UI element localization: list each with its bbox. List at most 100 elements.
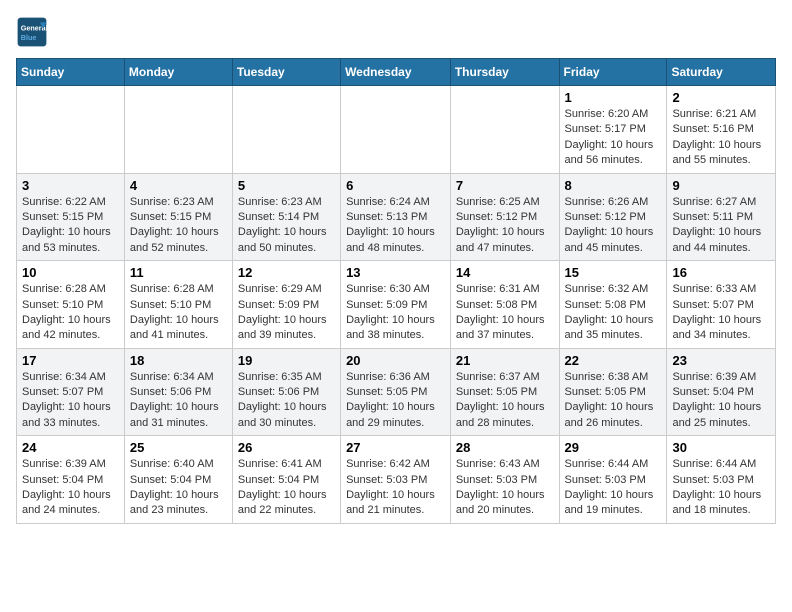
day-info-line: Daylight: 10 hours and 31 minutes. — [130, 401, 219, 428]
day-info: Sunrise: 6:25 AMSunset: 5:12 PMDaylight:… — [456, 195, 554, 257]
day-info-line: Daylight: 10 hours and 25 minutes. — [672, 401, 761, 428]
day-info-line: Sunset: 5:06 PM — [238, 386, 319, 398]
day-number: 14 — [456, 265, 554, 280]
day-info-line: Sunrise: 6:27 AM — [672, 196, 756, 208]
day-header-saturday: Saturday — [667, 59, 776, 86]
day-info-line: Daylight: 10 hours and 52 minutes. — [130, 226, 219, 253]
calendar-cell: 4Sunrise: 6:23 AMSunset: 5:15 PMDaylight… — [124, 173, 232, 261]
calendar-cell: 24Sunrise: 6:39 AMSunset: 5:04 PMDayligh… — [17, 436, 125, 524]
day-info-line: Sunrise: 6:33 AM — [672, 283, 756, 295]
day-info: Sunrise: 6:23 AM Sunset: 5:15 PM Daylight:… — [130, 195, 227, 257]
day-info-line: Sunset: 5:04 PM — [130, 474, 211, 486]
day-number: 16 — [672, 265, 770, 280]
day-header-monday: Monday — [124, 59, 232, 86]
day-info: Sunrise: 6:22 AMSunset: 5:15 PMDaylight:… — [22, 195, 119, 257]
calendar-cell: 25 Sunrise: 6:40 AM Sunset: 5:04 PM Dayligh… — [124, 436, 232, 524]
calendar-cell: 28Sunrise: 6:43 AMSunset: 5:03 PMDayligh… — [450, 436, 559, 524]
day-info-line: Sunset: 5:14 PM — [238, 211, 319, 223]
day-info-line: Sunrise: 6:30 AM — [346, 283, 430, 295]
day-info-line: Daylight: 10 hours and 29 minutes. — [346, 401, 435, 428]
day-info-line: Sunrise: 6:28 AM — [130, 283, 214, 295]
logo: General Blue — [16, 16, 52, 48]
calendar-cell: 3Sunrise: 6:22 AMSunset: 5:15 PMDaylight… — [17, 173, 125, 261]
day-info-line: Daylight: 10 hours and 41 minutes. — [130, 314, 219, 341]
day-number: 17 — [22, 353, 119, 368]
calendar-week-row: 10Sunrise: 6:28 AMSunset: 5:10 PMDayligh… — [17, 261, 776, 349]
day-number: 20 — [346, 353, 445, 368]
day-info-line: Sunrise: 6:23 AM — [130, 196, 214, 208]
day-info: Sunrise: 6:36 AMSunset: 5:05 PMDaylight:… — [346, 370, 445, 432]
day-info-line: Daylight: 10 hours and 33 minutes. — [22, 401, 111, 428]
day-info-line: Sunrise: 6:43 AM — [456, 458, 540, 470]
day-info-line: Daylight: 10 hours and 23 minutes. — [130, 489, 219, 516]
calendar-cell: 7Sunrise: 6:25 AMSunset: 5:12 PMDaylight… — [450, 173, 559, 261]
day-info-line: Sunset: 5:15 PM — [22, 211, 103, 223]
logo-icon: General Blue — [16, 16, 48, 48]
day-info: Sunrise: 6:31 AMSunset: 5:08 PMDaylight:… — [456, 282, 554, 344]
day-info-line: Sunrise: 6:34 AM — [22, 371, 106, 383]
day-info-line: Daylight: 10 hours and 19 minutes. — [565, 489, 654, 516]
day-number: 5 — [238, 178, 335, 193]
day-number: 23 — [672, 353, 770, 368]
day-info-line: Daylight: 10 hours and 28 minutes. — [456, 401, 545, 428]
day-number: 11 — [130, 265, 227, 280]
day-info: Sunrise: 6:44 AMSunset: 5:03 PMDaylight:… — [672, 457, 770, 519]
day-info-line: Sunset: 5:17 PM — [565, 123, 646, 135]
day-info-line: Daylight: 10 hours and 48 minutes. — [346, 226, 435, 253]
day-info-line: Daylight: 10 hours and 39 minutes. — [238, 314, 327, 341]
day-info-line: Sunset: 5:15 PM — [130, 211, 211, 223]
day-info-line: Daylight: 10 hours and 45 minutes. — [565, 226, 654, 253]
day-info-line: Daylight: 10 hours and 38 minutes. — [346, 314, 435, 341]
day-info-line: Sunset: 5:04 PM — [672, 386, 753, 398]
day-info-line: Sunrise: 6:40 AM — [130, 458, 214, 470]
calendar-cell: 10Sunrise: 6:28 AMSunset: 5:10 PMDayligh… — [17, 261, 125, 349]
calendar-cell: 1Sunrise: 6:20 AMSunset: 5:17 PMDaylight… — [559, 86, 667, 174]
day-number: 15 — [565, 265, 662, 280]
day-number: 30 — [672, 440, 770, 455]
day-info: Sunrise: 6:40 AM Sunset: 5:04 PM Daylight:… — [130, 457, 227, 519]
day-number: 25 — [130, 440, 227, 455]
calendar-week-row: 17 Sunrise: 6:34 AM Sunset: 5:07 PM Dayligh… — [17, 348, 776, 436]
day-header-thursday: Thursday — [450, 59, 559, 86]
day-info-line: Daylight: 10 hours and 42 minutes. — [22, 314, 111, 341]
day-info: Sunrise: 6:29 AMSunset: 5:09 PMDaylight:… — [238, 282, 335, 344]
calendar-cell: 30 Sunrise: 6:44 AMSunset: 5:03 PMDayligh… — [667, 436, 776, 524]
day-info-line: Sunrise: 6:36 AM — [346, 371, 430, 383]
calendar-cell — [341, 86, 451, 174]
day-number: 2 — [672, 90, 770, 105]
day-info-line: Sunrise: 6:38 AM — [565, 371, 649, 383]
day-info: Sunrise: 6:42 AMSunset: 5:03 PMDaylight:… — [346, 457, 445, 519]
day-info: Sunrise: 6:23 AMSunset: 5:14 PMDaylight:… — [238, 195, 335, 257]
calendar-cell: 11Sunrise: 6:28 AMSunset: 5:10 PMDayligh… — [124, 261, 232, 349]
day-info-line: Sunrise: 6:35 AM — [238, 371, 322, 383]
calendar-cell — [124, 86, 232, 174]
day-number: 24 — [22, 440, 119, 455]
day-info-line: Sunset: 5:07 PM — [672, 299, 753, 311]
calendar-cell: 16Sunrise: 6:33 AMSunset: 5:07 PMDayligh… — [667, 261, 776, 349]
day-info-line: Sunset: 5:03 PM — [456, 474, 537, 486]
day-number: 8 — [565, 178, 662, 193]
calendar-cell — [450, 86, 559, 174]
day-info: Sunrise: 6:41 AMSunset: 5:04 PMDaylight:… — [238, 457, 335, 519]
day-number: 22 — [565, 353, 662, 368]
day-info-line: Sunset: 5:06 PM — [130, 386, 211, 398]
day-info-line: Sunrise: 6:32 AM — [565, 283, 649, 295]
calendar-cell: 14 Sunrise: 6:31 AMSunset: 5:08 PMDayligh… — [450, 261, 559, 349]
day-info-line: Sunrise: 6:24 AM — [346, 196, 430, 208]
calendar-cell: 26 Sunrise: 6:41 AMSunset: 5:04 PMDayligh… — [232, 436, 340, 524]
calendar-cell: 12Sunrise: 6:29 AMSunset: 5:09 PMDayligh… — [232, 261, 340, 349]
day-info-line: Daylight: 10 hours and 55 minutes. — [672, 139, 761, 166]
day-info: Sunrise: 6:20 AMSunset: 5:17 PMDaylight:… — [565, 107, 662, 169]
day-number: 26 — [238, 440, 335, 455]
day-info-line: Sunset: 5:12 PM — [565, 211, 646, 223]
day-number: 13 — [346, 265, 445, 280]
calendar-cell: 21Sunrise: 6:37 AMSunset: 5:05 PMDayligh… — [450, 348, 559, 436]
day-info-line: Sunrise: 6:28 AM — [22, 283, 106, 295]
day-header-friday: Friday — [559, 59, 667, 86]
day-info-line: Sunset: 5:07 PM — [22, 386, 103, 398]
day-info-line: Sunrise: 6:37 AM — [456, 371, 540, 383]
day-header-sunday: Sunday — [17, 59, 125, 86]
day-info-line: Sunrise: 6:31 AM — [456, 283, 540, 295]
day-info-line: Sunrise: 6:42 AM — [346, 458, 430, 470]
day-info-line: Daylight: 10 hours and 56 minutes. — [565, 139, 654, 166]
